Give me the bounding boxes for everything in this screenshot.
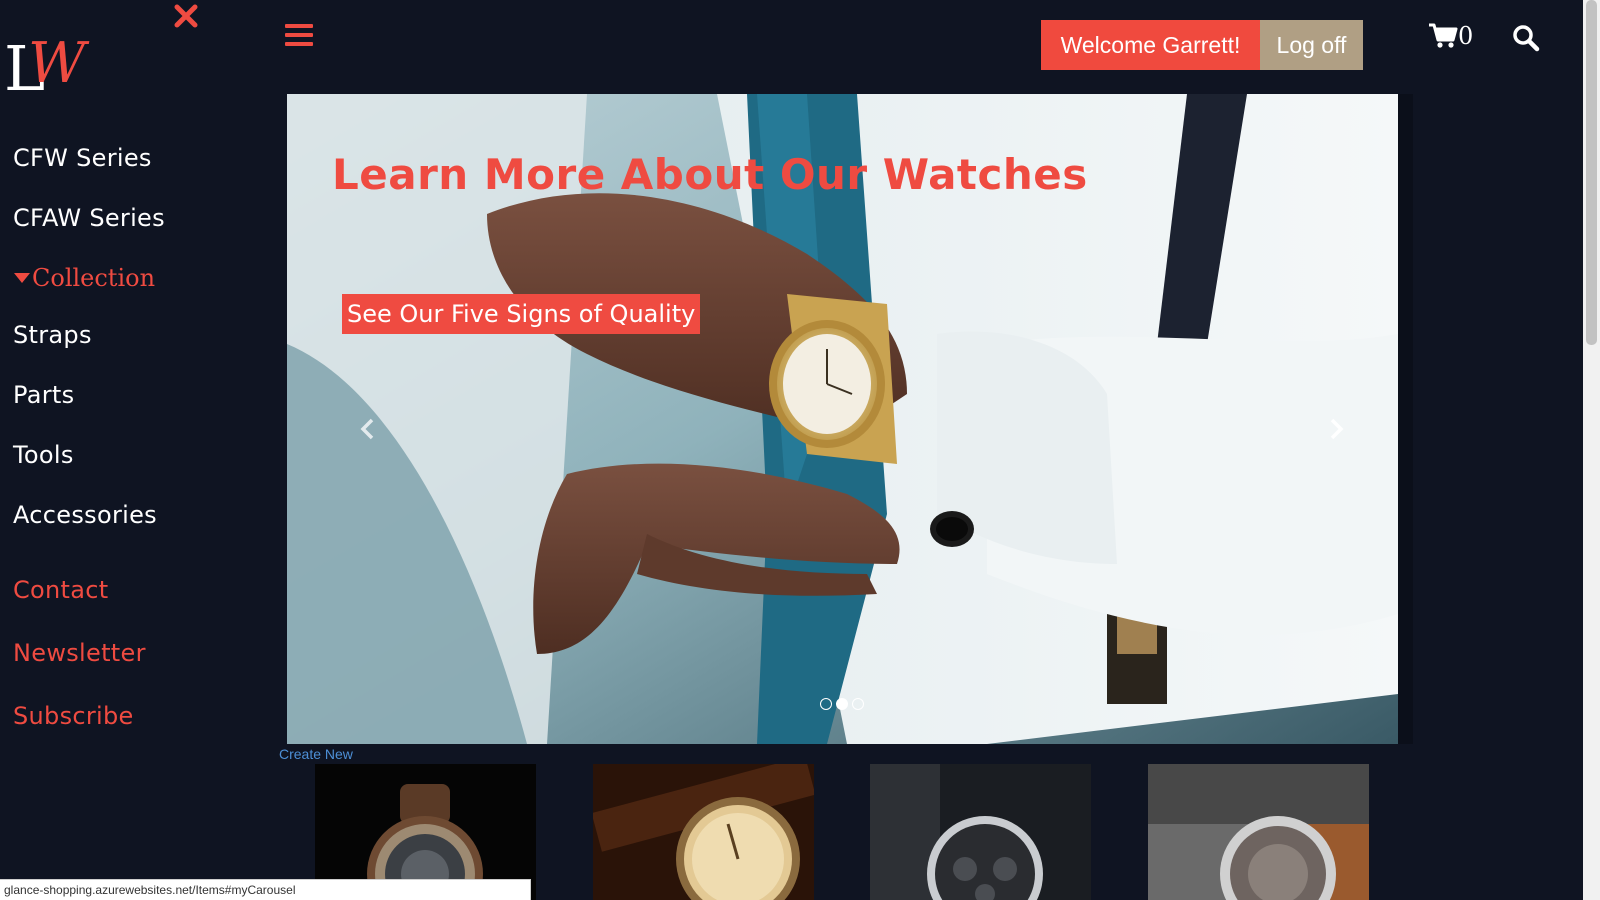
caret-down-icon [14,273,30,283]
sidebar-item-parts[interactable]: Parts [13,381,74,409]
sidebar-item-collection[interactable]: Collection [14,264,155,292]
svg-text:W: W [28,32,90,96]
product-thumbnail-2[interactable] [593,764,814,900]
hamburger-icon[interactable] [285,24,313,48]
sidebar: L W CFW Series CFAW Series Collection St… [0,0,270,900]
carousel-dot-1[interactable] [820,698,832,710]
carousel-title: Learn More About Our Watches [332,150,1088,199]
chevron-right-icon[interactable] [1321,414,1351,444]
sidebar-item-newsletter[interactable]: Newsletter [13,639,146,667]
logoff-button[interactable]: Log off [1260,20,1363,70]
sidebar-item-straps[interactable]: Straps [13,321,92,349]
cart-count: 0 [1458,22,1474,50]
sidebar-item-cfw-series[interactable]: CFW Series [13,144,152,172]
sidebar-item-tools[interactable]: Tools [13,441,74,469]
carousel-dot-2[interactable] [836,698,848,710]
search-icon[interactable] [1512,24,1540,52]
welcome-button[interactable]: Welcome Garrett! [1041,20,1260,70]
sidebar-item-subscribe[interactable]: Subscribe [13,702,134,730]
product-thumbnail-3[interactable] [870,764,1091,900]
five-signs-button[interactable]: See Our Five Signs of Quality [342,294,701,334]
product-thumbnail-4[interactable] [1148,764,1369,900]
scrollbar-thumb[interactable] [1586,0,1597,345]
carousel-dot-3[interactable] [852,698,864,710]
browser-status-url: glance-shopping.azurewebsites.net/Items#… [0,879,531,900]
sidebar-item-accessories[interactable]: Accessories [13,501,157,529]
sidebar-item-cfaw-series[interactable]: CFAW Series [13,204,165,232]
sidebar-item-label: Collection [32,264,156,292]
brand-logo[interactable]: L W [4,31,104,105]
chevron-left-icon[interactable] [353,414,383,444]
close-icon[interactable] [172,2,200,30]
cart-button[interactable]: 0 [1428,22,1473,50]
page-scrollbar[interactable] [1583,0,1600,900]
sidebar-item-contact[interactable]: Contact [13,576,108,604]
create-new-link[interactable]: Create New [279,746,353,762]
hero-carousel: Learn More About Our Watches See Our Fiv… [287,94,1413,744]
cart-icon [1429,23,1458,48]
carousel-indicators [820,698,864,710]
